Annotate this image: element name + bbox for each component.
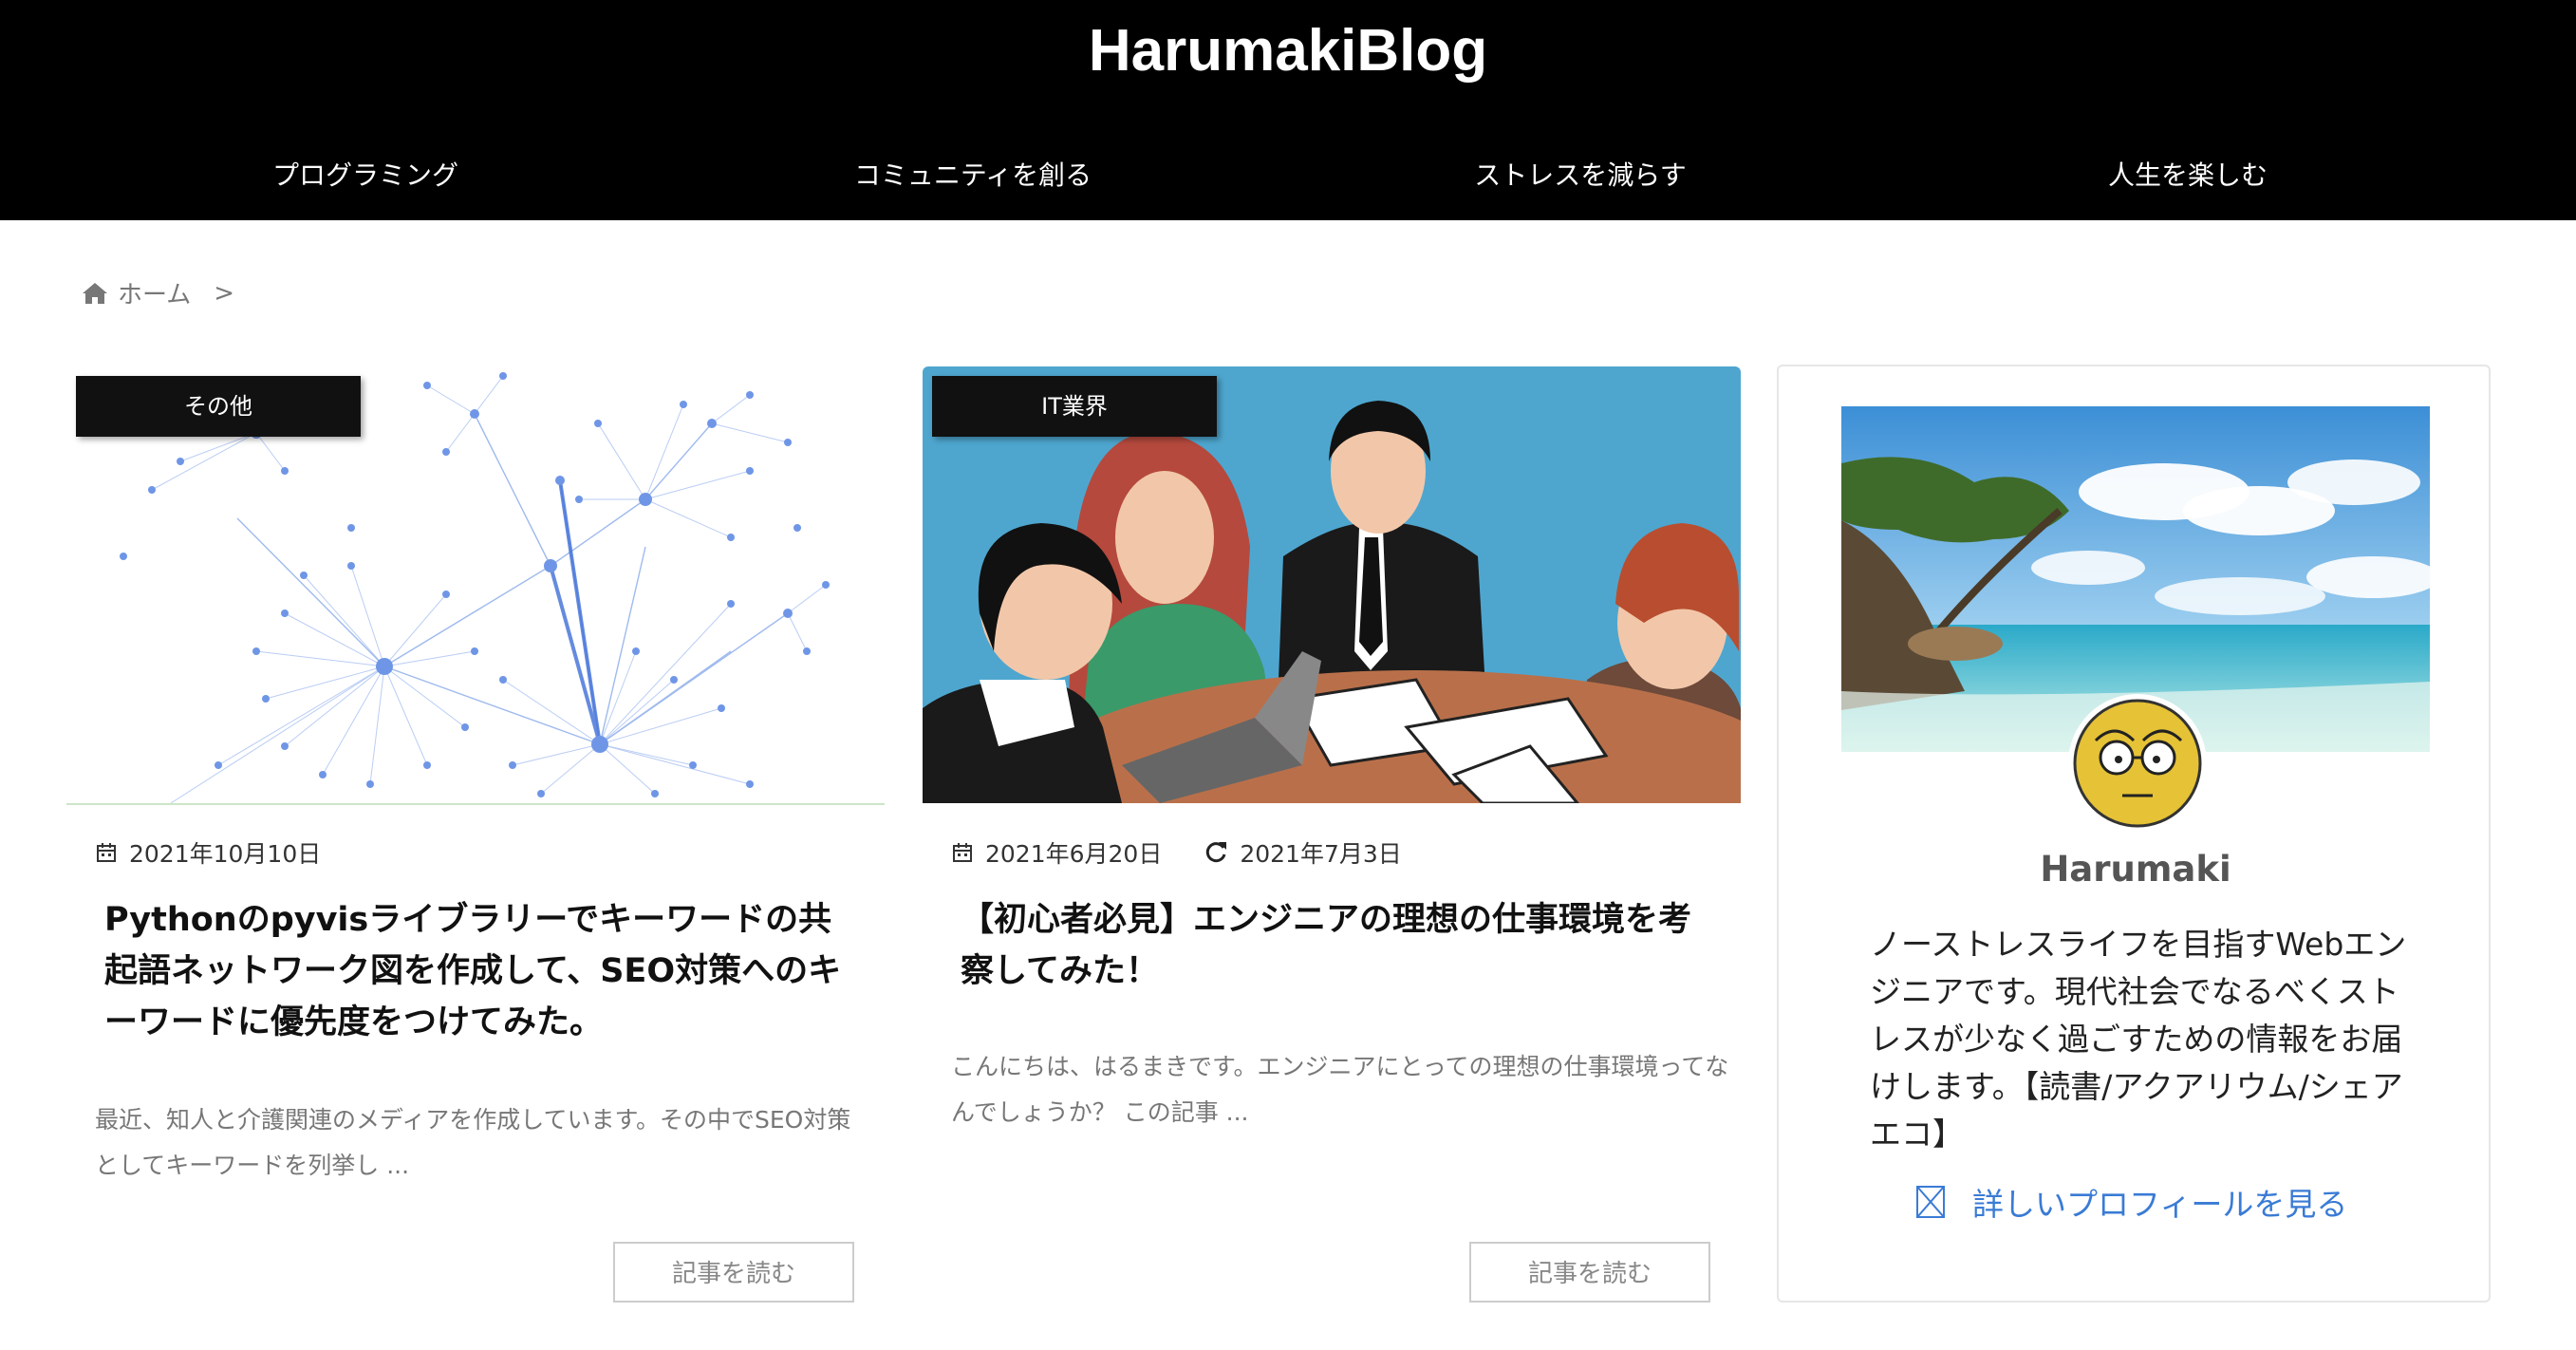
- post-updated-date: 2021年7月3日: [1240, 840, 1402, 868]
- post-date: 2021年10月10日: [129, 840, 322, 868]
- read-more-button[interactable]: 記事を読む: [1469, 1242, 1710, 1303]
- post-date: 2021年6月20日: [985, 840, 1163, 868]
- profile-link[interactable]: 詳しいプロフィールを見る: [1915, 1179, 2347, 1225]
- post-meta: 2021年10月10日: [95, 835, 321, 870]
- home-icon: [83, 282, 107, 304]
- post-meta: 2021年6月20日 2021年7月3日: [951, 835, 1402, 870]
- profile-description: ノーストレスライフを目指すWebエンジニアです。現代社会でなるべくストレスが少な…: [1870, 926, 2407, 1153]
- breadcrumb-separator: >: [214, 278, 235, 308]
- profile-link-icon: [1916, 1186, 1945, 1218]
- nav-item-community[interactable]: コミュニティを創る: [669, 152, 1277, 199]
- calendar-icon: [97, 843, 116, 862]
- nav-item-stress[interactable]: ストレスを減らす: [1277, 152, 1884, 199]
- avatar: [2068, 694, 2207, 833]
- category-label[interactable]: IT業界: [932, 376, 1217, 437]
- profile-link-label[interactable]: 詳しいプロフィールを見る: [1972, 1179, 2347, 1225]
- profile-widget: Harumaki ノーストレスライフを目指すWebエンジニアです。現代社会でなる…: [1777, 365, 2491, 1303]
- global-nav: プログラミング コミュニティを創る ストレスを減らす 人生を楽しむ: [0, 152, 2576, 199]
- read-more-button[interactable]: 記事を読む: [613, 1242, 854, 1303]
- breadcrumb-home[interactable]: ホーム: [118, 275, 191, 310]
- profile-name: Harumaki: [2040, 849, 2231, 890]
- article-card[interactable]: その他 2021年10月10日 Pythonのpyvisライブラリーでキーワード…: [66, 366, 885, 1306]
- article-title[interactable]: Pythonのpyvisライブラリーでキーワードの共起語ネットワーク図を作成して…: [104, 894, 864, 1048]
- nav-item-programming[interactable]: プログラミング: [62, 152, 669, 199]
- category-label[interactable]: その他: [76, 376, 361, 437]
- site-title[interactable]: HarumakiBlog: [0, 17, 2576, 84]
- article-thumbnail-network-graph[interactable]: その他: [66, 366, 885, 805]
- article-excerpt: こんにちは、はるまきです。エンジニアにとっての理想の仕事環境ってなんでしょうか？…: [951, 1053, 1729, 1126]
- site-header: HarumakiBlog プログラミング コミュニティを創る ストレスを減らす …: [0, 0, 2576, 220]
- article-card[interactable]: IT業界 2021年6月20日 2021年7月3日 【初心者必見】エンジニアの理…: [923, 366, 1741, 1306]
- article-thumbnail-meeting[interactable]: IT業界: [923, 366, 1741, 803]
- nav-item-life[interactable]: 人生を楽しむ: [1884, 152, 2492, 199]
- calendar-icon: [953, 843, 972, 862]
- breadcrumb: ホーム >: [82, 275, 234, 310]
- article-title[interactable]: 【初心者必見】エンジニアの理想の仕事環境を考察してみた！: [961, 894, 1720, 997]
- article-excerpt: 最近、知人と介護関連のメディアを作成しています。その中でSEO対策としてキーワー…: [95, 1106, 851, 1179]
- refresh-icon: [1206, 842, 1227, 863]
